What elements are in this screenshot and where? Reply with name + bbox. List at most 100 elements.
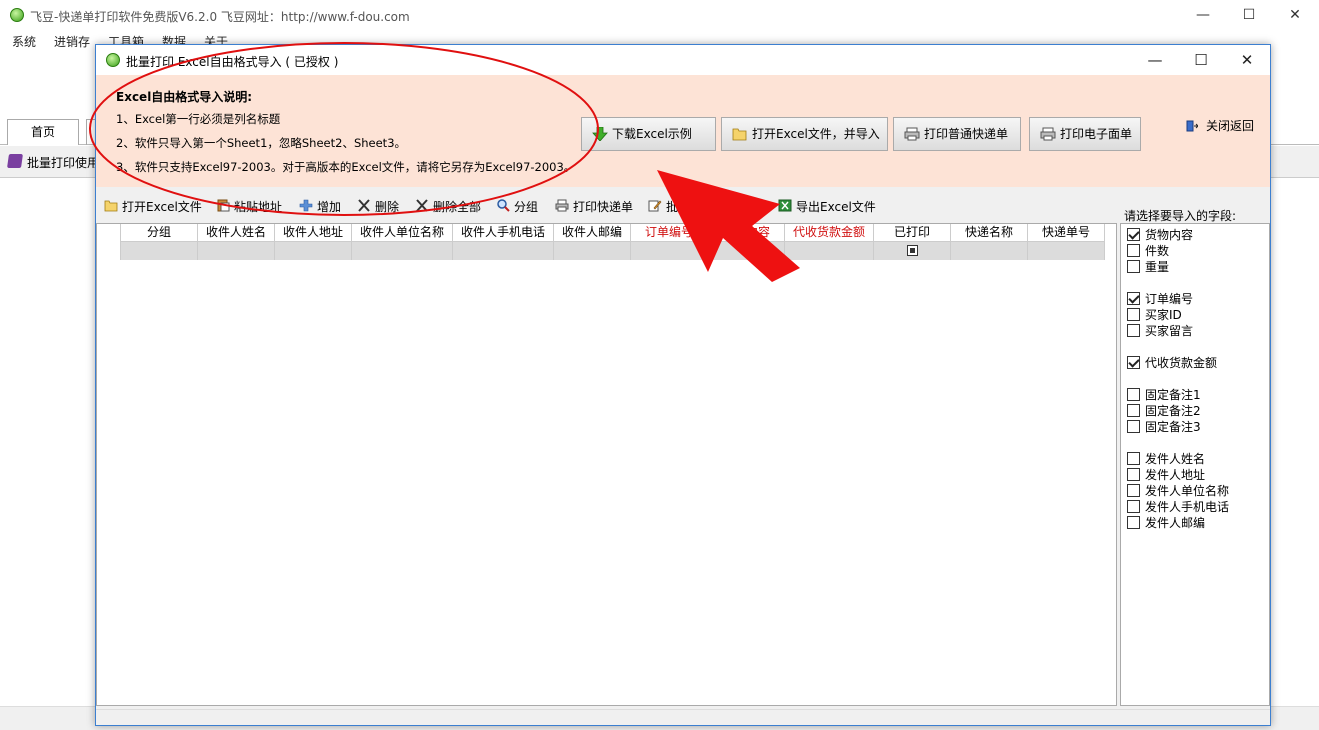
field-option[interactable]: 件数 bbox=[1127, 242, 1169, 258]
field-option-label: 固定备注2 bbox=[1145, 404, 1201, 418]
paste-address-label: 粘贴地址 bbox=[234, 200, 283, 214]
table-cell[interactable] bbox=[554, 242, 631, 260]
field-option-label: 买家留言 bbox=[1145, 324, 1194, 338]
checkbox-unchecked[interactable] bbox=[1127, 516, 1140, 529]
field-option[interactable]: 发件人手机电话 bbox=[1127, 498, 1229, 514]
checkbox-unchecked[interactable] bbox=[1127, 452, 1140, 465]
table-cell[interactable] bbox=[275, 242, 352, 260]
checkbox-unchecked[interactable] bbox=[1127, 420, 1140, 433]
field-option[interactable]: 代收货款金额 bbox=[1127, 354, 1217, 370]
column-header[interactable]: 代收货款金额 bbox=[785, 224, 874, 242]
field-option[interactable]: 发件人地址 bbox=[1127, 466, 1205, 482]
column-header[interactable]: 收件人邮编 bbox=[554, 224, 631, 242]
row-selector[interactable] bbox=[97, 242, 121, 260]
checkbox-unchecked[interactable] bbox=[1127, 244, 1140, 257]
column-header[interactable]: 分组 bbox=[121, 224, 198, 242]
menu-inventory[interactable]: 进销存 bbox=[54, 33, 90, 50]
table-cell[interactable] bbox=[352, 242, 453, 260]
checkbox-unchecked[interactable] bbox=[1127, 500, 1140, 513]
checkbox-checked[interactable] bbox=[1127, 228, 1140, 241]
table-cell[interactable] bbox=[1028, 242, 1105, 260]
field-option[interactable]: 发件人邮编 bbox=[1127, 514, 1205, 530]
column-header[interactable]: 订单编号 bbox=[631, 224, 708, 242]
express-number-tool[interactable]: 递单号 bbox=[700, 198, 736, 215]
menu-system[interactable]: 系统 bbox=[12, 33, 36, 50]
column-header[interactable]: 快递名称 bbox=[951, 224, 1028, 242]
field-option[interactable]: 重量 bbox=[1127, 258, 1169, 274]
magnifier-icon bbox=[497, 199, 510, 212]
order-grid[interactable]: 分组 收件人姓名 收件人地址 收件人单位名称 收件人手机电话 收件人邮编 订单编… bbox=[96, 223, 1117, 706]
open-and-import-button[interactable]: 打开Excel文件，并导入 bbox=[721, 117, 888, 151]
field-option[interactable]: 发件人姓名 bbox=[1127, 450, 1205, 466]
column-header[interactable]: 收件人地址 bbox=[275, 224, 352, 242]
table-cell[interactable] bbox=[453, 242, 554, 260]
batch-number-tool[interactable]: 批 bbox=[648, 198, 678, 215]
field-option[interactable]: 买家留言 bbox=[1127, 322, 1193, 338]
table-cell[interactable] bbox=[631, 242, 708, 260]
field-option[interactable]: 买家ID bbox=[1127, 306, 1182, 322]
open-excel-tool[interactable]: 打开Excel文件 bbox=[104, 198, 202, 215]
print-normal-label: 打印普通快递单 bbox=[924, 127, 1009, 141]
field-option[interactable]: 固定备注1 bbox=[1127, 386, 1201, 402]
excel-icon bbox=[778, 199, 792, 212]
instruction-line-1: 1、Excel第一行必须是列名标题 bbox=[116, 112, 281, 126]
checkbox-unchecked[interactable] bbox=[1127, 260, 1140, 273]
table-cell[interactable] bbox=[785, 242, 874, 260]
table-row[interactable] bbox=[97, 242, 1105, 260]
dialog-minimize-button[interactable]: — bbox=[1132, 45, 1178, 75]
column-header[interactable]: 收件人单位名称 bbox=[352, 224, 453, 242]
field-option-label: 发件人单位名称 bbox=[1145, 484, 1230, 498]
dialog-close-button[interactable]: ✕ bbox=[1224, 45, 1270, 75]
checkbox-unchecked[interactable] bbox=[1127, 324, 1140, 337]
print-express-tool[interactable]: 打印快递单 bbox=[555, 198, 633, 215]
main-close-button[interactable]: ✕ bbox=[1272, 0, 1318, 30]
download-example-button[interactable]: 下载Excel示例 bbox=[581, 117, 716, 151]
column-header[interactable]: 收件人手机电话 bbox=[453, 224, 554, 242]
close-back-button[interactable]: 关闭返回 bbox=[1186, 117, 1254, 134]
main-minimize-button[interactable]: — bbox=[1180, 0, 1226, 30]
column-header[interactable]: 货物内容 bbox=[708, 224, 785, 242]
checkbox-unchecked[interactable] bbox=[1127, 388, 1140, 401]
delete-all-tool[interactable]: 删除全部 bbox=[415, 198, 481, 215]
tab-home[interactable]: 首页 bbox=[7, 119, 79, 145]
printed-cell[interactable] bbox=[874, 242, 951, 260]
main-maximize-button[interactable]: ☐ bbox=[1226, 0, 1272, 30]
express-number-label: 递单号 bbox=[700, 200, 737, 214]
field-option[interactable]: 发件人单位名称 bbox=[1127, 482, 1229, 498]
checkbox-unchecked[interactable] bbox=[1127, 308, 1140, 321]
field-option[interactable]: 订单编号 bbox=[1127, 290, 1193, 306]
print-express-label: 打印快递单 bbox=[573, 200, 634, 214]
edit-pencil-icon bbox=[648, 200, 662, 212]
printed-checkbox[interactable] bbox=[906, 245, 918, 256]
print-electronic-button[interactable]: 打印电子面单 bbox=[1029, 117, 1141, 151]
checkbox-checked[interactable] bbox=[1127, 292, 1140, 305]
dialog-maximize-button[interactable]: ☐ bbox=[1178, 45, 1224, 75]
add-tool[interactable]: 增加 bbox=[299, 198, 341, 215]
group-label: 分组 bbox=[514, 200, 539, 214]
checkbox-unchecked[interactable] bbox=[1127, 468, 1140, 481]
batch-print-usage-link[interactable]: 批量打印使用 bbox=[27, 154, 99, 171]
table-cell[interactable] bbox=[708, 242, 785, 260]
printer-icon bbox=[1040, 127, 1056, 141]
checkbox-unchecked[interactable] bbox=[1127, 484, 1140, 497]
delete-x-icon bbox=[416, 199, 428, 212]
table-cell[interactable] bbox=[198, 242, 275, 260]
download-arrow-icon bbox=[592, 127, 608, 141]
download-example-label: 下载Excel示例 bbox=[612, 127, 692, 141]
column-header[interactable]: 快递单号 bbox=[1028, 224, 1105, 242]
column-header[interactable]: 收件人姓名 bbox=[198, 224, 275, 242]
table-cell[interactable] bbox=[951, 242, 1028, 260]
paste-address-tool[interactable]: 粘贴地址 bbox=[216, 198, 282, 215]
checkbox-unchecked[interactable] bbox=[1127, 404, 1140, 417]
field-option[interactable]: 固定备注2 bbox=[1127, 402, 1201, 418]
delete-tool[interactable]: 删除 bbox=[357, 198, 399, 215]
checkbox-checked[interactable] bbox=[1127, 356, 1140, 369]
table-cell[interactable] bbox=[121, 242, 198, 260]
group-tool[interactable]: 分组 bbox=[496, 198, 538, 215]
field-option[interactable]: 固定备注3 bbox=[1127, 418, 1201, 434]
paste-icon bbox=[217, 199, 230, 212]
print-normal-button[interactable]: 打印普通快递单 bbox=[893, 117, 1021, 151]
export-excel-tool[interactable]: 导出Excel文件 bbox=[778, 198, 876, 215]
column-header[interactable]: 已打印 bbox=[874, 224, 951, 242]
field-option[interactable]: 货物内容 bbox=[1127, 226, 1193, 242]
